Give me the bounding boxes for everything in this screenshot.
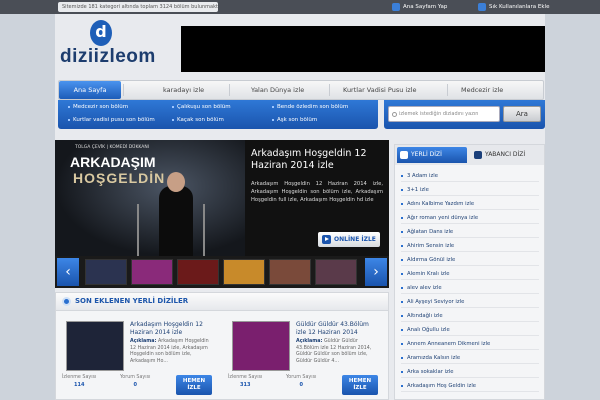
series-link[interactable]: 3 Adam izle [401,171,539,182]
series-link[interactable]: Aramızda Kalsın izle [401,353,539,364]
view-count: İzlenme Sayısı 114 [62,375,97,388]
nav-item-yalan-dunya[interactable]: Yalan Dünya izle [251,81,304,99]
ad-banner[interactable] [181,26,545,72]
tv-icon [400,151,408,159]
sub-nav: Medcezir son bölüm Çalıkuşu son bölüm Be… [58,100,378,129]
series-link[interactable]: Adını Kalbime Yazdım izle [401,199,539,210]
slide-info: Arkadaşım Hoşgeldin 12 Haziran 2014 izle… [245,140,389,256]
slider-thumbnails [83,258,361,286]
microphone-stand [203,204,205,256]
slider-thumbnail[interactable] [177,259,219,285]
card-title[interactable]: Arkadaşım Hoşgeldin 12 Haziran 2014 izle [130,321,214,337]
series-list-sidebar: YERLİ DİZİ YABANCI DİZİ 3 Adam izle 3+1 … [394,144,545,400]
star-icon [478,2,486,11]
nav-divider [229,84,230,96]
microphone-stand [137,204,139,256]
series-link[interactable]: Alemin Kralı izle [401,269,539,280]
subnav-link[interactable]: Bende özledim son bölüm [272,104,348,110]
slide-image-caption: TOLGA ÇEVİK | KOMEDİ DÜKKANI [75,145,150,150]
subnav-link[interactable]: Medcezir son bölüm [68,104,128,110]
search-icon [392,112,397,117]
set-homepage-link[interactable]: Ana Sayfam Yap [392,2,447,12]
subnav-link[interactable]: Kurtlar vadisi pusu son bölüm [68,117,155,123]
nav-item-kurtlar-vadisi[interactable]: Kurtlar Vadisi Pusu izle [343,81,416,99]
series-link[interactable]: alev alev izle [401,283,539,294]
tab-foreign-series[interactable]: YABANCI DİZİ [471,147,541,163]
slide-title[interactable]: Arkadaşım Hoşgeldin 12 Haziran 2014 izle [251,148,387,172]
site-logo[interactable]: d diziizleom [60,20,160,70]
series-card: Güldür Güldür 43.Bölüm izle 12 Haziran 2… [222,317,382,400]
nav-item-medcezir[interactable]: Medcezir izle [461,81,503,99]
online-watch-button[interactable]: ONLİNE İZLE [318,232,380,247]
presenter-figure [159,186,193,256]
section-bullet-icon [62,297,71,306]
series-link[interactable]: Ağlatan Dans izle [401,227,539,238]
logo-mark: d [90,20,112,46]
card-title[interactable]: Güldür Güldür 43.Bölüm izle 12 Haziran 2… [296,321,380,337]
comment-count: Yorum Sayısı 0 [286,375,317,388]
nav-item-karadayi[interactable]: karadayı izle [163,81,204,99]
series-link[interactable]: Annem Anneanem Dikmeni izle [401,339,539,350]
slider-thumbnail[interactable] [131,259,173,285]
slide-image-title: ARKADAŞIM [70,154,156,170]
nav-divider [329,84,330,96]
search-bar: izlemek istediğin diziadını yazın Ara [384,100,545,129]
slide-image-subtitle: HOŞGELDİN [73,170,166,186]
series-link[interactable]: Ağır roman yeni dünya izle [401,213,539,224]
nav-divider [447,84,448,96]
series-link[interactable]: Aldırma Gönül izle [401,255,539,266]
watch-now-button[interactable]: HEMEN İZLE [342,375,378,395]
series-link[interactable]: Analı Oğullu izle [401,325,539,336]
main-nav: Ana Sayfa karadayı izle Yalan Dünya izle… [58,80,544,100]
slider-thumbnail[interactable] [223,259,265,285]
nav-item-home[interactable]: Ana Sayfa [59,81,121,99]
slider-thumbnail[interactable] [85,259,127,285]
search-button[interactable]: Ara [503,106,541,122]
card-thumbnail[interactable] [232,321,290,371]
series-link[interactable]: Arka sokaklar izle [401,367,539,378]
slider-thumbnail[interactable] [269,259,311,285]
featured-slider: TOLGA ÇEVİK | KOMEDİ DÜKKANI ARKADAŞIM H… [55,140,389,288]
play-icon [322,235,331,244]
comment-count: Yorum Sayısı 0 [120,375,151,388]
site-stats-message: Sitemizde 181 kategori altında toplam 31… [58,2,218,12]
series-card: Arkadaşım Hoşgeldin 12 Haziran 2014 izle… [56,317,216,400]
slider-next-button[interactable]: › [365,258,387,286]
recent-series-panel: SON EKLENEN YERLİ DİZİLER Arkadaşım Hoşg… [55,292,389,400]
sidebar-tabs: YERLİ DİZİ YABANCI DİZİ [395,145,544,165]
series-link[interactable]: Arkadaşım Hoş Geldin izle [401,381,539,392]
subnav-link[interactable]: Kaçak son bölüm [172,117,224,123]
card-description: Açıklama: Güldür Güldür 43.Bölüm izle 12… [296,339,372,364]
slider-prev-button[interactable]: ‹ [57,258,79,286]
slide-image[interactable]: TOLGA ÇEVİK | KOMEDİ DÜKKANI ARKADAŞIM H… [55,140,245,256]
search-input[interactable]: izlemek istediğin diziadını yazın [388,106,500,122]
series-link[interactable]: Ali Ayşeyi Seviyor izle [401,297,539,308]
panel-title: SON EKLENEN YERLİ DİZİLER [75,297,189,305]
add-favorites-link[interactable]: Sık Kullanılanlara Ekle [478,2,549,12]
panel-header: SON EKLENEN YERLİ DİZİLER [56,293,388,311]
series-link[interactable]: Ahirim Sensin izle [401,241,539,252]
card-description: Açıklama: Arkadaşım Hoşgeldin 12 Haziran… [130,339,209,364]
tab-local-series[interactable]: YERLİ DİZİ [397,147,467,163]
watch-now-button[interactable]: HEMEN İZLE [176,375,212,395]
view-count: İzlenme Sayısı 313 [228,375,263,388]
subnav-link[interactable]: Çalıkuşu son bölüm [172,104,231,110]
slider-thumbnail[interactable] [315,259,357,285]
home-icon [392,2,400,11]
nav-divider [123,84,124,96]
slide-description: Arkadaşım Hoşgeldin 12 Haziran 2014 izle… [251,181,383,203]
top-bar: Sitemizde 181 kategori altında toplam 31… [0,0,600,14]
tv-icon [474,151,482,159]
presenter-head [167,172,185,192]
logo-text: diziizleom [60,46,156,67]
card-thumbnail[interactable] [66,321,124,371]
subnav-link[interactable]: Aşk son bölüm [272,117,317,123]
series-link[interactable]: Altındağlı izle [401,311,539,322]
series-link[interactable]: 3+1 izle [401,185,539,196]
